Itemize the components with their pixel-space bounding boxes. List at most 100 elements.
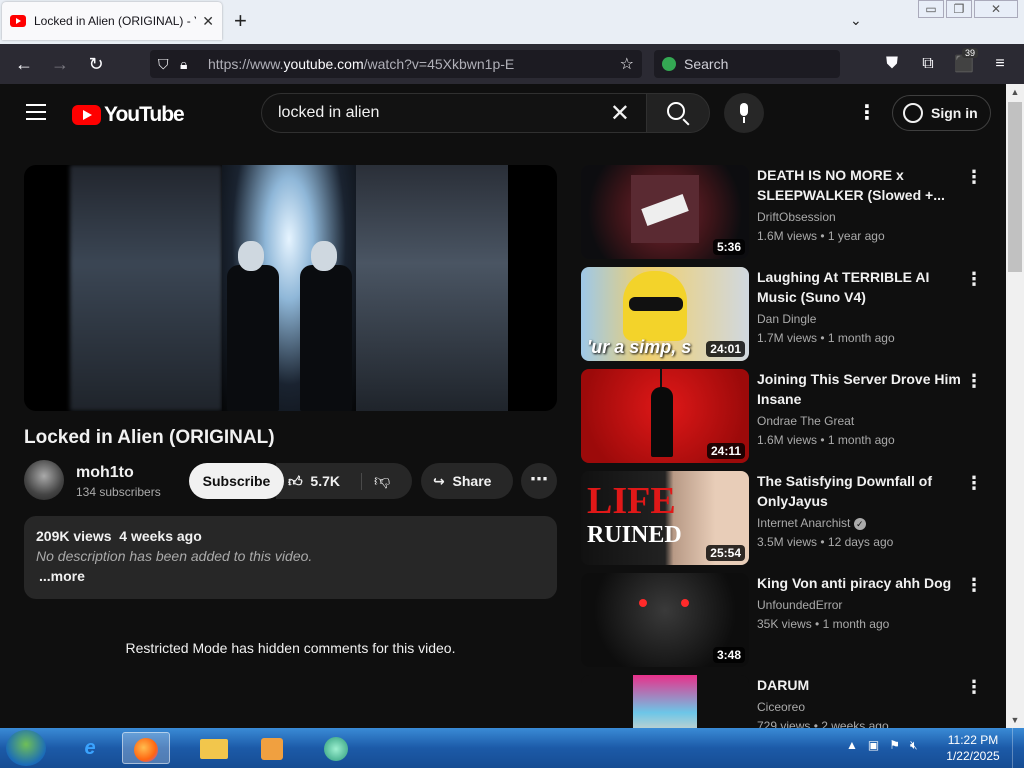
recommendation-item[interactable]: 'ur a simp, s 24:01 Laughing At TERRIBLE… bbox=[581, 267, 991, 361]
firefox-icon[interactable] bbox=[122, 732, 170, 764]
sign-in-button[interactable]: Sign in bbox=[892, 95, 991, 131]
subscribe-button[interactable]: Subscribe bbox=[189, 463, 284, 499]
media-player-icon[interactable] bbox=[248, 732, 296, 764]
alien-head-right bbox=[311, 241, 337, 271]
close-window-button[interactable]: ✕ bbox=[974, 0, 1018, 18]
video-player[interactable] bbox=[24, 165, 557, 411]
scroll-up-icon[interactable]: ▲ bbox=[1006, 84, 1024, 100]
comments-notice: Restricted Mode has hidden comments for … bbox=[125, 640, 456, 656]
channel-name[interactable]: Ciceoreo bbox=[757, 700, 805, 714]
action-menu-icon[interactable]: ⋮ bbox=[965, 167, 983, 188]
action-menu-icon[interactable]: ⋮ bbox=[965, 575, 983, 596]
video-thumbnail[interactable]: 'ur a simp, s 24:01 bbox=[581, 267, 749, 361]
video-duration: 24:01 bbox=[706, 341, 745, 357]
action-menu-icon[interactable]: ⋮ bbox=[965, 677, 983, 698]
restore-button[interactable]: ❐ bbox=[946, 0, 972, 18]
start-button[interactable] bbox=[6, 730, 46, 766]
search-icon bbox=[667, 102, 685, 120]
video-frame-left bbox=[70, 165, 222, 411]
recommendation-item[interactable]: 5:36 DEATH IS NO MORE x SLEEPWALKER (Slo… bbox=[581, 165, 991, 259]
app-icon[interactable] bbox=[312, 732, 360, 764]
tray-expand-icon[interactable]: ▲ bbox=[846, 738, 858, 753]
flag-icon[interactable]: ⚑ bbox=[889, 738, 900, 753]
extensions-icon[interactable]: ⧉ bbox=[910, 55, 946, 73]
guide-menu-icon[interactable] bbox=[26, 104, 46, 120]
more-actions-button[interactable]: ⋯ bbox=[521, 463, 557, 499]
recommendation-item[interactable]: LIFE RUINED 25:54 The Satisfying Downfal… bbox=[581, 471, 991, 565]
forward-icon[interactable]: → bbox=[42, 54, 78, 75]
new-tab-button[interactable]: + bbox=[234, 8, 247, 34]
channel-name[interactable]: Ondrae The Great bbox=[757, 414, 854, 428]
recommendation-item[interactable]: 24:11 Joining This Server Drove Him Insa… bbox=[581, 369, 991, 463]
show-desktop-button[interactable] bbox=[1012, 728, 1024, 768]
reload-icon[interactable]: ↻ bbox=[78, 54, 114, 75]
toolbar-icons: ⛊ ⧉ ⬛ 39 ≡ bbox=[874, 44, 1018, 84]
channel-name[interactable]: Internet Anarchist ✓ bbox=[757, 516, 866, 530]
taskbar-clock[interactable]: 11:22 PM 1/22/2025 bbox=[938, 732, 1008, 764]
video-title[interactable]: The Satisfying Downfall of OnlyJayus bbox=[757, 471, 967, 511]
lock-icon[interactable]: 🔒︎ bbox=[180, 56, 202, 73]
action-menu-icon[interactable]: ⋮ bbox=[965, 269, 983, 290]
channel-avatar[interactable] bbox=[24, 460, 64, 500]
clear-search-icon[interactable]: ✕ bbox=[610, 99, 630, 128]
internet-explorer-icon[interactable]: e bbox=[66, 732, 114, 764]
minimize-button[interactable]: ▭ bbox=[918, 0, 944, 18]
file-explorer-icon[interactable] bbox=[190, 732, 238, 764]
youtube-logo[interactable]: YouTube bbox=[72, 103, 185, 127]
page-scrollbar[interactable]: ▲ ▼ bbox=[1006, 84, 1024, 728]
dislike-button[interactable]: 👎︎ bbox=[362, 472, 390, 491]
view-stats: 209K views 4 weeks ago bbox=[36, 528, 545, 544]
search-query[interactable]: locked in alien bbox=[278, 104, 610, 122]
video-thumbnail[interactable]: 5:36 bbox=[581, 165, 749, 259]
pocket-icon[interactable]: ⛊ bbox=[874, 55, 910, 73]
bookmark-star-icon[interactable]: ☆ bbox=[620, 54, 634, 74]
video-thumbnail[interactable] bbox=[581, 675, 749, 728]
recommendation-item[interactable]: 3:48 King Von anti piracy ahh Dog Unfoun… bbox=[581, 573, 991, 667]
video-thumbnail[interactable]: 24:11 bbox=[581, 369, 749, 463]
youtube-header: YouTube locked in alien ✕ ⋮ Sign in bbox=[0, 84, 1006, 142]
video-title[interactable]: DARUM bbox=[757, 675, 967, 695]
shield-icon[interactable]: ⛉ bbox=[158, 56, 180, 73]
video-title[interactable]: DEATH IS NO MORE x SLEEPWALKER (Slowed +… bbox=[757, 165, 967, 205]
url-text[interactable]: https://www.youtube.com/watch?v=45Xkbwn1… bbox=[202, 56, 620, 72]
share-button[interactable]: ↪ Share bbox=[421, 463, 513, 499]
search-input[interactable]: locked in alien ✕ bbox=[261, 93, 646, 133]
video-title[interactable]: King Von anti piracy ahh Dog bbox=[757, 573, 967, 593]
action-menu-icon[interactable]: ⋮ bbox=[965, 371, 983, 392]
volume-icon[interactable]: 🔇︎ bbox=[910, 738, 918, 753]
settings-menu-icon[interactable]: ⋮ bbox=[857, 100, 877, 125]
channel-name[interactable]: UnfoundedError bbox=[757, 598, 842, 612]
alien-figure-left bbox=[227, 265, 279, 411]
channel-name[interactable]: moh1to bbox=[76, 464, 134, 482]
video-thumbnail[interactable]: 3:48 bbox=[581, 573, 749, 667]
addon-badge: 39 bbox=[961, 48, 978, 58]
scrollbar-thumb[interactable] bbox=[1008, 102, 1022, 272]
like-button[interactable]: 👍︎ 5.7K bbox=[276, 472, 362, 490]
video-meta: 1.6M views • 1 month ago bbox=[757, 433, 895, 447]
video-title[interactable]: Joining This Server Drove Him Insane bbox=[757, 369, 967, 409]
network-icon[interactable]: ▣ bbox=[868, 738, 879, 753]
url-bar[interactable]: ⛉ 🔒︎ https://www.youtube.com/watch?v=45X… bbox=[150, 50, 642, 78]
like-dislike-bar: 👍︎ 5.7K 👎︎ bbox=[276, 463, 412, 499]
browser-tab[interactable]: Locked in Alien (ORIGINAL) - YouTube ✕ bbox=[2, 2, 222, 40]
post-date: 4 weeks ago bbox=[119, 528, 202, 544]
sign-in-label: Sign in bbox=[931, 105, 978, 121]
search-button[interactable] bbox=[646, 93, 710, 133]
description-box[interactable]: 209K views 4 weeks ago No description ha… bbox=[24, 516, 557, 599]
show-more-link[interactable]: ...more bbox=[36, 568, 545, 584]
action-menu-icon[interactable]: ⋮ bbox=[965, 473, 983, 494]
list-tabs-icon[interactable]: ⌄ bbox=[850, 12, 862, 29]
recommendation-item[interactable]: DARUM Ciceoreo 729 views • 2 weeks ago ⋮ bbox=[581, 675, 991, 728]
browser-search-box[interactable]: Search bbox=[654, 50, 840, 78]
menu-icon[interactable]: ≡ bbox=[982, 55, 1018, 73]
video-title[interactable]: Laughing At TERRIBLE AI Music (Suno V4) bbox=[757, 267, 967, 307]
channel-name[interactable]: Dan Dingle bbox=[757, 312, 816, 326]
voice-search-button[interactable] bbox=[724, 93, 764, 133]
addon-icon[interactable]: ⬛ 39 bbox=[946, 48, 982, 74]
back-icon[interactable]: ← bbox=[6, 54, 42, 75]
close-tab-icon[interactable]: ✕ bbox=[202, 13, 214, 30]
channel-name[interactable]: DriftObsession bbox=[757, 210, 836, 224]
browser-nav-bar: ← → ↻ ⛉ 🔒︎ https://www.youtube.com/watch… bbox=[0, 44, 1024, 84]
video-thumbnail[interactable]: LIFE RUINED 25:54 bbox=[581, 471, 749, 565]
scroll-down-icon[interactable]: ▼ bbox=[1006, 712, 1024, 728]
